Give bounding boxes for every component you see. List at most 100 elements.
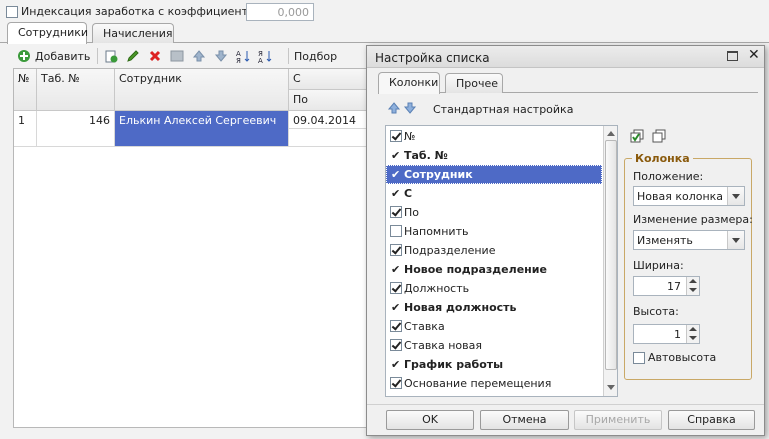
sort-desc-icon[interactable]: ЯA (258, 49, 272, 63)
index-checkbox[interactable] (6, 5, 18, 18)
chevron-down-icon[interactable] (727, 187, 744, 205)
width-field[interactable]: 17 (633, 276, 700, 296)
autoheight-checkbox[interactable] (633, 351, 645, 364)
add-icon (17, 49, 31, 63)
column-list-item[interactable]: ✔ Таб. № (386, 146, 602, 165)
coefficient-field[interactable]: 0,000 (246, 3, 314, 21)
columns-listbox[interactable]: № ✔ Таб. № ✔ Сотрудник ✔ С По Напомнить Подраздел… (385, 125, 618, 397)
column-list-item[interactable]: Напомнить (386, 222, 602, 241)
column-list-item-label: Ставка (404, 320, 445, 333)
column-list-item-label: № (404, 130, 416, 143)
move-up-icon[interactable] (387, 101, 401, 115)
add-button-label: Добавить (35, 49, 91, 63)
column-list-item[interactable]: Должность (386, 279, 602, 298)
cell-tab-number[interactable]: 146 (37, 111, 115, 147)
move-up-icon[interactable] (192, 49, 206, 63)
edit-icon[interactable] (126, 49, 140, 63)
dialog-tab-other[interactable]: Прочее (445, 73, 503, 93)
scroll-down-icon[interactable] (607, 385, 615, 390)
pick-button[interactable]: Подбор (294, 50, 337, 63)
header-employee[interactable]: Сотрудник (115, 69, 289, 111)
column-list-item-label: С (404, 187, 413, 200)
columns-scrollbar[interactable] (603, 126, 617, 396)
tab-employees[interactable]: Сотрудники (7, 22, 88, 44)
required-check-icon: ✔ (391, 263, 401, 276)
column-checkbox[interactable] (390, 339, 402, 351)
column-checkbox[interactable] (390, 225, 402, 237)
width-spinner[interactable] (686, 277, 699, 295)
apply-button[interactable]: Применить (574, 410, 662, 430)
index-checkbox-box[interactable] (6, 6, 18, 18)
cell-employee[interactable]: Елькин Алексей Сергеевич (115, 111, 289, 147)
cell-from[interactable]: 09.04.2014 (289, 111, 373, 129)
cell-to[interactable] (289, 129, 373, 147)
required-check-icon: ✔ (391, 187, 401, 200)
ok-button[interactable]: OK (386, 410, 474, 430)
column-list-item-label: Новое подразделение (404, 263, 547, 276)
column-checkbox[interactable] (390, 244, 402, 256)
column-checkbox[interactable] (390, 130, 402, 142)
maximize-icon[interactable] (727, 51, 738, 61)
index-checkbox-label: Индексация заработка с коэффициентом: (21, 5, 267, 18)
cell-num[interactable]: 1 (14, 111, 37, 147)
resize-value: Изменять (637, 234, 693, 247)
resize-combo[interactable]: Изменять (633, 230, 745, 250)
column-list-item-label: Новая должность (404, 301, 517, 314)
dialog-button-separator (367, 404, 764, 405)
autoheight-label: Автовысота (648, 351, 717, 364)
required-check-icon: ✔ (391, 358, 401, 371)
header-tab-number[interactable]: Таб. № (37, 69, 115, 111)
move-down-icon[interactable] (214, 49, 228, 63)
header-to[interactable]: По (289, 90, 373, 111)
copy-icon[interactable] (104, 49, 118, 63)
height-spinner[interactable] (686, 325, 699, 343)
dialog-tab-columns[interactable]: Колонки (378, 72, 440, 94)
column-list-item[interactable]: Подразделение (386, 241, 602, 260)
position-combo[interactable]: Новая колонка (633, 186, 745, 206)
column-list-item[interactable]: Ставка новая (386, 336, 602, 355)
scrollbar-thumb[interactable] (605, 140, 617, 370)
help-button[interactable]: Справка (668, 410, 755, 430)
chevron-down-icon[interactable] (727, 231, 744, 249)
close-icon[interactable]: ✕ (748, 47, 760, 63)
scroll-up-icon[interactable] (607, 131, 615, 136)
column-list-item[interactable]: ✔ Новая должность (386, 298, 602, 317)
required-check-icon: ✔ (391, 301, 401, 314)
standard-setting-button[interactable]: Стандартная настройка (433, 103, 573, 116)
resize-label: Изменение размера: (633, 213, 753, 226)
toolbar-separator (288, 48, 289, 64)
column-list-item[interactable]: Основание перемещения (386, 374, 602, 393)
height-field[interactable]: 1 (633, 324, 700, 344)
position-label: Положение: (633, 170, 704, 183)
header-num[interactable]: № (14, 69, 37, 111)
column-checkbox[interactable] (390, 282, 402, 294)
column-list-item[interactable]: ✔ Новое подразделение (386, 260, 602, 279)
column-list-item-label: Должность (404, 282, 470, 295)
cancel-button[interactable]: Отмена (480, 410, 569, 430)
column-checkbox[interactable] (390, 206, 402, 218)
save-icon[interactable] (170, 49, 184, 63)
tab-accruals[interactable]: Начисления (92, 23, 174, 43)
check-all-icon[interactable] (630, 129, 644, 143)
toolbar-separator (97, 48, 98, 64)
column-list-item[interactable]: ✔ С (386, 184, 602, 203)
required-check-icon: ✔ (391, 149, 401, 162)
uncheck-all-icon[interactable] (652, 129, 666, 143)
column-list-item[interactable]: Ставка (386, 317, 602, 336)
column-group-title: Колонка (632, 152, 693, 165)
autoheight-checkbox-box[interactable] (633, 352, 645, 364)
column-list-item[interactable]: № (386, 127, 602, 146)
sort-asc-icon[interactable]: AЯ (236, 49, 250, 63)
move-down-icon[interactable] (403, 101, 417, 115)
delete-icon[interactable] (148, 49, 162, 63)
add-button[interactable]: Добавить (17, 48, 90, 64)
height-label: Высота: (633, 305, 679, 318)
column-list-item[interactable]: ✔ Сотрудник (386, 165, 602, 184)
dialog-title: Настройка списка (375, 51, 490, 65)
header-from[interactable]: С (289, 69, 373, 90)
column-checkbox[interactable] (390, 377, 402, 389)
column-list-item-label: По (404, 206, 420, 219)
column-checkbox[interactable] (390, 320, 402, 332)
column-list-item[interactable]: ✔ График работы (386, 355, 602, 374)
column-list-item[interactable]: По (386, 203, 602, 222)
